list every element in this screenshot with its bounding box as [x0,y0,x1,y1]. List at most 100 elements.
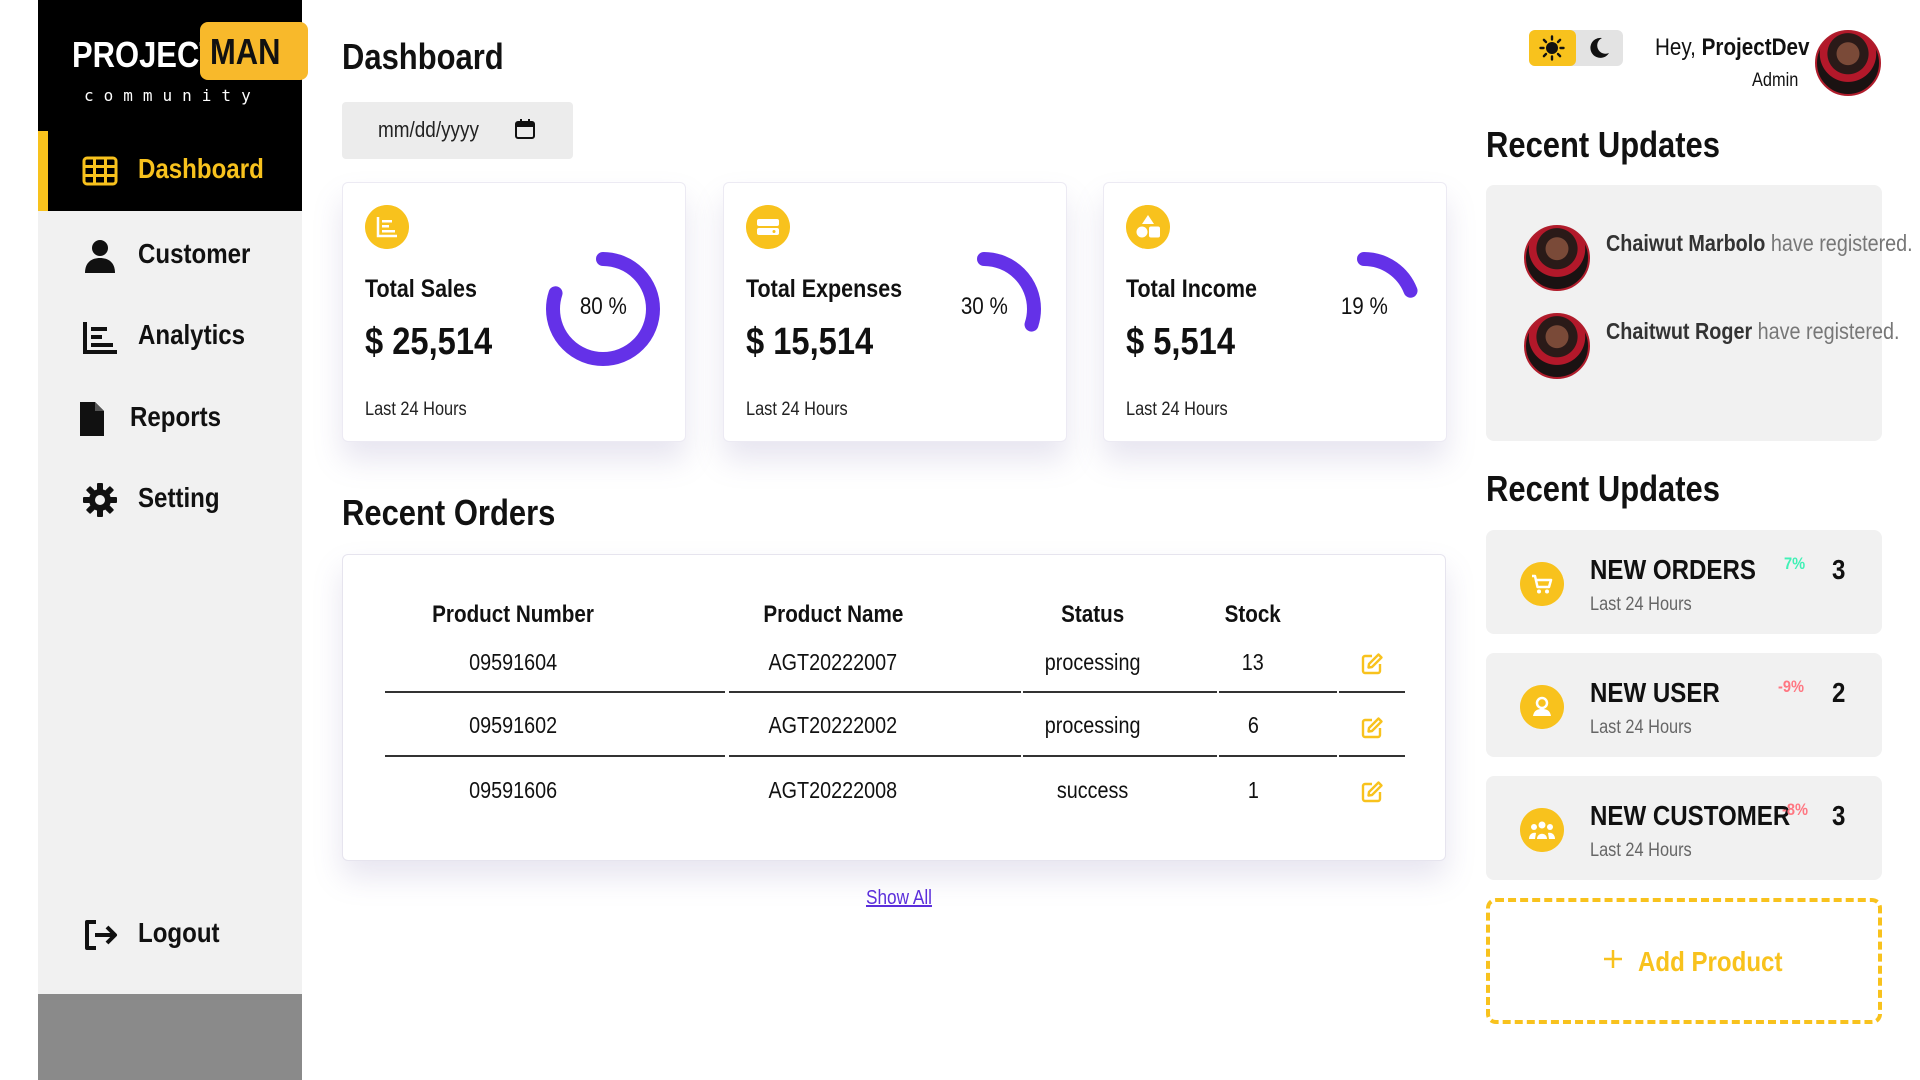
calendar-icon[interactable] [514,118,536,140]
recent-orders-title: Recent Orders [342,492,556,533]
column-header-product-number: Product Number [432,601,594,628]
sidebar-item-label: Customer [138,238,251,269]
row-divider [385,691,725,693]
edit-icon[interactable] [1360,716,1384,740]
cell-stock: 6 [1247,712,1259,738]
stat-value: $ 5,514 [1126,321,1236,363]
avatar [1524,225,1590,291]
sidebar-item-reports[interactable]: Reports [38,379,302,459]
analytics-item-new-customer[interactable]: NEW CUSTOMER Last 24 Hours -8% 3 [1486,776,1882,880]
logout-label: Logout [138,917,220,948]
analytics-count: 2 [1832,677,1846,708]
edit-icon[interactable] [1360,652,1384,676]
cell-product-number: 09591604 [468,649,558,675]
analytics-subtitle: Last 24 Hours [1590,594,1692,615]
date-input[interactable]: mm/dd/yyyy [342,102,573,159]
row-divider [729,755,1021,757]
gear-icon [83,483,117,517]
analytics-subtitle: Last 24 Hours [1590,717,1692,738]
sidebar-item-label: Setting [138,482,220,513]
progress-percent: 30 % [960,293,1008,320]
analytics-item-new-user[interactable]: NEW USER Last 24 Hours -9% 2 [1486,653,1882,757]
sidebar-item-customer[interactable]: Customer [38,216,302,296]
stat-subtitle: Last 24 Hours [1126,399,1228,420]
theme-toggle[interactable] [1529,30,1623,66]
logout-button[interactable]: Logout [38,895,302,975]
row-divider [1339,691,1405,693]
brand-word-project: PROJECT [72,34,219,75]
column-header-status: Status [1061,601,1125,628]
page-title: Dashboard [342,36,504,77]
column-header-product-name: Product Name [763,601,903,628]
cell-status: processing [1045,712,1141,738]
sidebar-item-label: Reports [130,401,221,432]
recent-orders-table: Product Number Product Name Status Stock… [342,554,1446,861]
brand-tagline: community [84,86,261,105]
analytics-title: Recent Updates [1486,468,1720,509]
light-mode-button[interactable] [1529,30,1576,66]
update-message: Chaitwut Roger have registered. [1606,318,1900,344]
bar-chart-icon [83,322,117,354]
logout-icon [85,920,117,950]
sidebar-item-setting[interactable]: Setting [38,460,302,540]
stat-title: Total Sales [365,275,477,303]
progress-percent: 19 % [1340,293,1388,320]
sidebar-item-analytics[interactable]: Analytics [38,297,302,377]
avatar [1524,313,1590,379]
cell-product-name: AGT20222008 [768,777,898,803]
plus-icon [1604,950,1622,968]
row-divider [1219,755,1337,757]
user-greeting: Hey, ProjectDev [1655,34,1810,61]
stat-card-total-sales: Total Sales $ 25,514 Last 24 Hours 80 % [342,182,686,442]
stat-value: $ 15,514 [746,321,874,363]
stat-card-total-income: Total Income $ 5,514 Last 24 Hours 19 % [1103,182,1447,442]
row-divider [1339,755,1405,757]
avatar[interactable] [1815,30,1881,96]
add-product-button[interactable]: Add Product [1486,898,1882,1024]
date-input-placeholder: mm/dd/yyyy [378,117,479,142]
cell-product-name: AGT20222007 [768,649,898,675]
cart-icon [1520,562,1564,606]
cell-stock: 13 [1241,649,1265,675]
stat-title: Total Income [1126,275,1258,303]
moon-icon[interactable] [1587,36,1611,60]
show-all-link[interactable]: Show All [866,887,932,910]
user-icon [85,240,115,273]
brand-logo[interactable]: PROJECT MAN community [38,0,308,131]
column-header-stock: Stock [1224,601,1282,628]
analytics-change: -8% [1782,800,1809,819]
recent-updates-panel: Chaiwut Marbolo have registered. Chaitwu… [1486,185,1913,441]
edit-icon[interactable] [1360,780,1384,804]
analytics-count: 3 [1832,554,1846,585]
cell-product-number: 09591602 [468,712,558,738]
analytics-change: -9% [1778,677,1805,696]
analytics-count: 3 [1832,800,1846,831]
analytics-title-text: NEW USER [1590,677,1720,708]
row-divider [1023,755,1217,757]
sidebar-item-dashboard[interactable]: Dashboard [38,131,302,211]
wallet-icon [746,205,790,249]
add-product-label: Add Product [1638,946,1783,977]
cell-stock: 1 [1247,777,1259,803]
stat-subtitle: Last 24 Hours [746,399,848,420]
sidebar: PROJECT MAN community Dashboard Customer [38,0,308,1080]
user-icon [1520,685,1564,729]
shapes-icon [1126,205,1170,249]
chart-icon [365,205,409,249]
cell-product-number: 09591606 [468,777,558,803]
row-divider [385,755,725,757]
stat-value: $ 25,514 [365,321,493,363]
analytics-title-text: NEW CUSTOMER [1590,800,1791,831]
document-icon [80,402,104,436]
row-divider [729,691,1021,693]
sidebar-item-label: Analytics [138,319,246,350]
user-role: Admin [1752,70,1799,91]
sidebar-footer [38,994,302,1080]
brand-word-man-badge: MAN [200,22,308,80]
analytics-item-new-orders[interactable]: NEW ORDERS Last 24 Hours 7% 3 [1486,530,1882,634]
cell-status: processing [1045,649,1141,675]
grid-icon [82,156,118,186]
analytics-change: 7% [1784,554,1806,573]
row-divider [1219,691,1337,693]
recent-updates-title: Recent Updates [1486,124,1720,165]
